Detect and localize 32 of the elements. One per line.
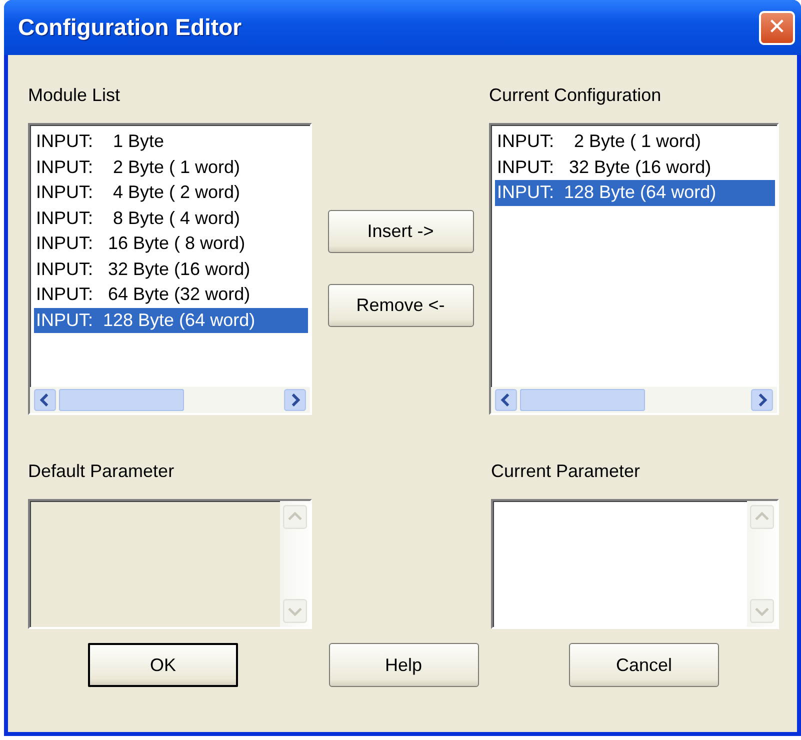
remove-button[interactable]: Remove <- — [328, 284, 474, 327]
scroll-right-icon[interactable] — [284, 389, 306, 411]
list-label: Current Configuration — [489, 85, 662, 107]
list-item[interactable]: INPUT: 128 Byte (64 word) — [495, 180, 775, 206]
list-item[interactable]: INPUT: 128 Byte (64 word) — [34, 308, 308, 333]
list-item[interactable]: INPUT: 64 Byte (32 word) — [34, 282, 308, 308]
scroll-left-icon[interactable] — [34, 389, 56, 411]
list-label: Module List — [28, 85, 122, 107]
horizontal-scrollbar[interactable] — [491, 387, 777, 413]
window-title: Configuration Editor — [18, 14, 242, 41]
ok-button[interactable]: OK — [88, 643, 238, 687]
scroll-thumb[interactable] — [59, 389, 184, 411]
list-item[interactable]: INPUT: 2 Byte ( 1 word) — [495, 129, 775, 154]
scroll-up-icon[interactable] — [750, 505, 774, 529]
cancel-button[interactable]: Cancel — [569, 643, 719, 687]
horizontal-scrollbar[interactable] — [30, 387, 310, 413]
scroll-down-icon[interactable] — [750, 599, 774, 623]
parameter-label: Default Parameter — [28, 461, 176, 483]
list-item[interactable]: INPUT: 4 Byte ( 2 word) — [34, 180, 308, 206]
scroll-thumb[interactable] — [520, 389, 645, 411]
parameter-field[interactable] — [491, 499, 779, 629]
list-item[interactable]: INPUT: 2 Byte ( 1 word) — [34, 154, 308, 180]
insert-button[interactable]: Insert -> — [328, 210, 474, 253]
list-item[interactable]: INPUT: 32 Byte (16 word) — [34, 256, 308, 282]
list-item[interactable]: INPUT: 8 Byte ( 4 word) — [34, 206, 308, 231]
parameter-label: Current Parameter — [491, 461, 642, 483]
list-item[interactable]: INPUT: 32 Byte (16 word) — [495, 154, 775, 180]
list-item[interactable]: INPUT: 1 Byte — [34, 129, 308, 154]
scroll-right-icon[interactable] — [751, 389, 773, 411]
list-item[interactable]: INPUT: 16 Byte ( 8 word) — [34, 231, 308, 256]
help-button[interactable]: Help — [328, 643, 478, 687]
scroll-left-icon[interactable] — [495, 389, 517, 411]
